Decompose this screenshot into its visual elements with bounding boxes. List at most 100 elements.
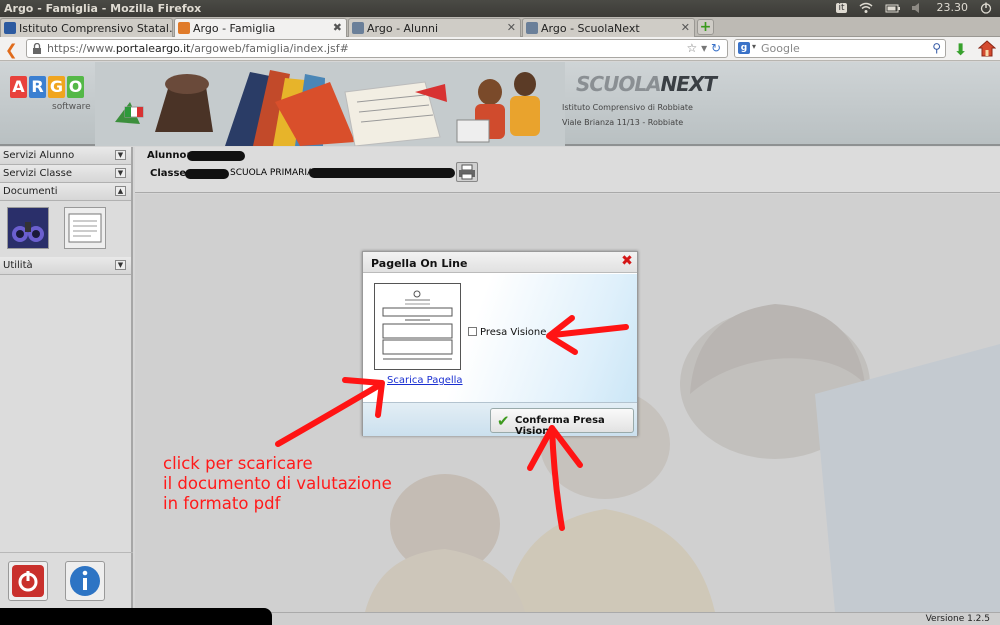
dialog-footer: ✔ Conferma Presa Visione	[363, 402, 637, 437]
tab-label: Argo - ScuolaNext	[541, 22, 640, 35]
school-type: SCUOLA PRIMARIA	[230, 168, 314, 178]
download-icon[interactable]: ⬇	[954, 40, 967, 59]
annotation-note: click per scaricare il documento di valu…	[163, 454, 392, 514]
tab-argo-famiglia[interactable]: Argo - Famiglia ✖	[174, 18, 347, 38]
documenti-panel	[0, 201, 131, 257]
bookmark-star-icon[interactable]: ☆ ▾ ↻	[687, 41, 721, 55]
redacted-taskbar	[0, 608, 272, 625]
tab-close-icon[interactable]: ✖	[333, 21, 342, 34]
dialog-body: Presa Visione Scarica Pagella	[363, 274, 637, 402]
expand-arrow-icon[interactable]: ▼	[115, 260, 126, 270]
logout-power-button[interactable]	[8, 561, 48, 601]
section-label: Utilità	[3, 260, 33, 271]
expand-arrow-icon[interactable]: ▼	[115, 150, 126, 160]
logo-subtitle: software	[52, 102, 91, 112]
alunno-label: Alunno:	[147, 150, 191, 161]
dialog-title: Pagella On Line	[371, 257, 468, 270]
keyboard-layout-indicator[interactable]: it	[836, 2, 847, 13]
school-name: Istituto Comprensivo di Robbiate	[562, 103, 693, 112]
collapse-arrow-icon[interactable]: ▲	[115, 186, 126, 196]
section-label: Servizi Classe	[3, 168, 72, 179]
window-title: Argo - Famiglia - Mozilla Firefox	[4, 2, 202, 15]
url-bar[interactable]: https://www.portaleargo.it/argoweb/famig…	[26, 39, 728, 58]
reload-icon[interactable]: ↻	[711, 41, 721, 55]
sidebar-section-documenti[interactable]: Documenti ▲	[0, 183, 131, 201]
tab-argo-scuolanext[interactable]: Argo - ScuolaNext ✕	[522, 18, 695, 37]
search-placeholder: Google	[761, 42, 800, 55]
tab-strip: Istituto Comprensivo Statal… Argo - Fami…	[0, 17, 1000, 38]
presa-visione-label[interactable]: Presa Visione	[480, 327, 546, 338]
section-label: Documenti	[3, 186, 58, 197]
site-banner: A R G O software SCUOLANEXT Istituto Com…	[0, 62, 1000, 146]
left-sidebar: Servizi Alunno ▼ Servizi Classe ▼ Docume…	[0, 147, 133, 612]
print-icon[interactable]	[456, 162, 478, 182]
section-label: Servizi Alunno	[3, 150, 75, 161]
presa-visione-checkbox[interactable]	[468, 327, 477, 336]
argo-favicon-icon	[178, 22, 190, 34]
annotation-line: il documento di valutazione	[163, 474, 392, 493]
confirm-label: Conferma Presa Visione	[515, 415, 605, 437]
redacted-class	[185, 169, 229, 179]
site-favicon-icon	[4, 22, 16, 34]
tab-close-icon[interactable]: ✕	[681, 21, 690, 34]
student-info-bar: Alunno: Classe: SCUOLA PRIMARIA	[135, 147, 1000, 193]
logo-letter: G	[48, 76, 65, 98]
redacted-student-name	[187, 151, 245, 161]
scuolanext-brand: SCUOLANEXT	[576, 72, 717, 96]
url-path: /argoweb/famiglia/index.jsf#	[190, 42, 349, 55]
school-info: Istituto Comprensivo di Robbiate Viale B…	[562, 100, 693, 130]
info-button[interactable]	[65, 561, 105, 601]
version-label: Versione 1.2.5	[925, 614, 990, 624]
close-icon[interactable]: ✖	[620, 254, 634, 269]
checkmark-icon: ✔	[497, 412, 510, 430]
page-favicon-icon	[352, 22, 364, 34]
annotation-line: in formato pdf	[163, 494, 281, 513]
clock[interactable]: 23.30	[937, 1, 969, 14]
report-card-document-icon[interactable]	[64, 207, 106, 249]
school-address: Viale Brianza 11/13 - Robbiate	[562, 118, 684, 127]
navigation-bar: ❮ https://www.portaleargo.it/argoweb/fam…	[0, 37, 1000, 61]
sidebar-section-utilita[interactable]: Utilità ▼	[0, 257, 131, 275]
wifi-icon[interactable]	[859, 2, 873, 14]
tab-close-icon[interactable]: ✕	[507, 21, 516, 34]
system-tray: it 23.30	[836, 1, 994, 14]
logo-letter: A	[10, 76, 27, 98]
tab-label: Argo - Alunni	[367, 22, 439, 35]
brand-part-a: SCUOLA	[576, 72, 662, 96]
pagella-dialog: Pagella On Line ✖ Presa Visione Scarica …	[362, 251, 638, 437]
report-card-thumbnail[interactable]	[374, 283, 461, 370]
tab-istituto[interactable]: Istituto Comprensivo Statal…	[0, 18, 173, 37]
redacted-school-details	[309, 168, 455, 178]
url-host: portaleargo.it	[115, 42, 191, 55]
tab-argo-alunni[interactable]: Argo - Alunni ✕	[348, 18, 521, 37]
sidebar-section-servizi-classe[interactable]: Servizi Classe ▼	[0, 165, 131, 183]
volume-icon[interactable]	[911, 2, 925, 14]
back-arrow-icon[interactable]: ❮	[5, 41, 18, 59]
home-icon[interactable]	[977, 40, 997, 57]
battery-icon[interactable]	[885, 2, 900, 14]
sidebar-bottom-actions	[0, 552, 133, 612]
lock-icon	[32, 42, 42, 54]
logo-letter: O	[67, 76, 84, 98]
search-bar[interactable]: g ▾ Google ⚲	[734, 39, 946, 58]
brand-part-b: NEXT	[660, 72, 717, 96]
dialog-header: Pagella On Line ✖	[363, 252, 637, 273]
scarica-pagella-link[interactable]: Scarica Pagella	[387, 375, 463, 386]
banner-illustration	[95, 62, 565, 146]
search-icon[interactable]: ⚲	[932, 41, 941, 55]
google-search-engine-icon[interactable]: g	[738, 42, 750, 54]
dropdown-arrow-icon[interactable]: ▾	[752, 42, 756, 51]
new-tab-button[interactable]: +	[697, 19, 714, 35]
power-menu-icon[interactable]	[980, 2, 994, 14]
sidebar-section-servizi-alunno[interactable]: Servizi Alunno ▼	[0, 147, 131, 165]
tab-label: Istituto Comprensivo Statal…	[19, 22, 173, 35]
window-title-bar: Argo - Famiglia - Mozilla Firefox it 23.…	[0, 0, 1000, 17]
url-prefix: https://www.	[47, 42, 116, 55]
logo-letter: R	[29, 76, 46, 98]
documents-binoculars-icon[interactable]	[7, 207, 49, 249]
expand-arrow-icon[interactable]: ▼	[115, 168, 126, 178]
tab-label: Argo - Famiglia	[193, 22, 276, 35]
argo-logo: A R G O	[10, 76, 84, 98]
page-favicon-icon	[526, 22, 538, 34]
conferma-presa-visione-button[interactable]: ✔ Conferma Presa Visione	[490, 408, 634, 437]
